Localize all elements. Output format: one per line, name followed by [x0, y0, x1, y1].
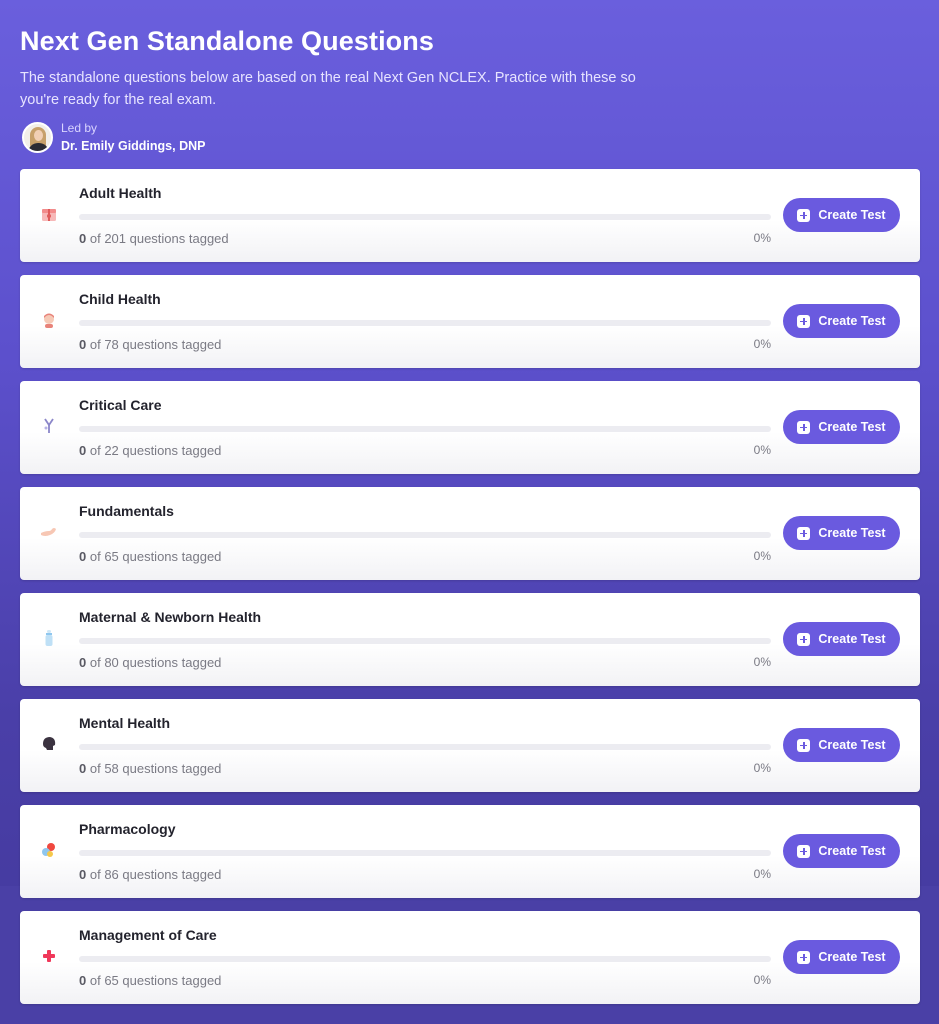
category-name: Pharmacology [79, 821, 176, 837]
pills-icon [42, 843, 55, 857]
tagged-count: 0 of 65 questions tagged [79, 549, 222, 564]
create-test-label: Create Test [818, 738, 886, 752]
progress-percent: 0% [753, 231, 771, 245]
medical-cross-icon [43, 950, 55, 962]
progress-bar [79, 956, 771, 962]
tagged-count: 0 of 201 questions tagged [79, 231, 229, 246]
create-test-button[interactable]: Create Test [783, 940, 900, 974]
iv-drip-icon [44, 418, 54, 433]
create-test-label: Create Test [818, 844, 886, 858]
plus-icon [797, 314, 811, 328]
progress-percent: 0% [753, 337, 771, 351]
create-test-label: Create Test [818, 208, 886, 222]
tagged-count: 0 of 22 questions tagged [79, 443, 222, 458]
category-name: Maternal & Newborn Health [79, 609, 262, 625]
head-icon [43, 737, 56, 750]
category-name: Adult Health [79, 185, 162, 201]
progress-percent: 0% [753, 655, 771, 669]
progress-percent: 0% [753, 867, 771, 881]
category-card-adult-health: Adult Health 0 of 201 questions tagged 0… [20, 169, 920, 262]
tagged-count: 0 of 78 questions tagged [79, 337, 222, 352]
category-card-mental-health: Mental Health 0 of 58 questions tagged 0… [20, 699, 920, 792]
category-name: Mental Health [79, 715, 171, 731]
create-test-button[interactable]: Create Test [783, 516, 900, 550]
page-header: Next Gen Standalone Questions The standa… [20, 26, 920, 111]
tagged-count: 0 of 65 questions tagged [79, 973, 222, 988]
avatar [22, 121, 53, 153]
plus-icon [797, 526, 811, 540]
progress-percent: 0% [753, 973, 771, 987]
create-test-button[interactable]: Create Test [783, 198, 900, 232]
progress-bar [79, 638, 771, 644]
tagged-count: 0 of 58 questions tagged [79, 761, 222, 776]
category-card-child-health: Child Health 0 of 78 questions tagged 0%… [20, 275, 920, 368]
progress-percent: 0% [753, 443, 771, 457]
tagged-count: 0 of 86 questions tagged [79, 867, 222, 882]
progress-bar [79, 532, 771, 538]
led-by-label: Led by [61, 121, 98, 135]
create-test-button[interactable]: Create Test [783, 728, 900, 762]
page-title: Next Gen Standalone Questions [20, 26, 434, 56]
progress-bar [79, 426, 771, 432]
flexed-arm-icon [41, 528, 56, 536]
category-name: Fundamentals [79, 503, 174, 519]
create-test-label: Create Test [818, 526, 886, 540]
category-name: Critical Care [79, 397, 162, 413]
progress-percent: 0% [753, 761, 771, 775]
create-test-label: Create Test [818, 950, 886, 964]
category-card-maternal-newborn-health: Maternal & Newborn Health 0 of 80 questi… [20, 593, 920, 686]
plus-icon [797, 208, 811, 222]
plus-icon [797, 844, 811, 858]
child-icon [44, 313, 54, 328]
plus-icon [797, 420, 811, 434]
create-test-label: Create Test [818, 420, 886, 434]
category-card-fundamentals: Fundamentals 0 of 65 questions tagged 0%… [20, 487, 920, 580]
leader-name: Dr. Emily Giddings, DNP [61, 139, 206, 153]
baby-bottle-icon [45, 630, 53, 646]
progress-bar [79, 214, 771, 220]
plus-icon [797, 738, 811, 752]
category-name: Child Health [79, 291, 161, 307]
page-description: The standalone questions below are based… [20, 70, 636, 108]
create-test-button[interactable]: Create Test [783, 622, 900, 656]
progress-bar [79, 744, 771, 750]
category-card-management-of-care: Management of Care 0 of 65 questions tag… [20, 911, 920, 1004]
category-name: Management of Care [79, 927, 217, 943]
create-test-button[interactable]: Create Test [783, 410, 900, 444]
plus-icon [797, 632, 811, 646]
progress-bar [79, 320, 771, 326]
category-card-pharmacology: Pharmacology 0 of 86 questions tagged 0%… [20, 805, 920, 898]
tagged-count: 0 of 80 questions tagged [79, 655, 222, 670]
progress-bar [79, 850, 771, 856]
plus-icon [797, 950, 811, 964]
create-test-button[interactable]: Create Test [783, 304, 900, 338]
gift-icon [42, 209, 56, 221]
leader-info: Led by Dr. Emily Giddings, DNP [22, 121, 205, 153]
create-test-button[interactable]: Create Test [783, 834, 900, 868]
create-test-label: Create Test [818, 632, 886, 646]
progress-percent: 0% [753, 549, 771, 563]
category-card-critical-care: Critical Care 0 of 22 questions tagged 0… [20, 381, 920, 474]
create-test-label: Create Test [818, 314, 886, 328]
